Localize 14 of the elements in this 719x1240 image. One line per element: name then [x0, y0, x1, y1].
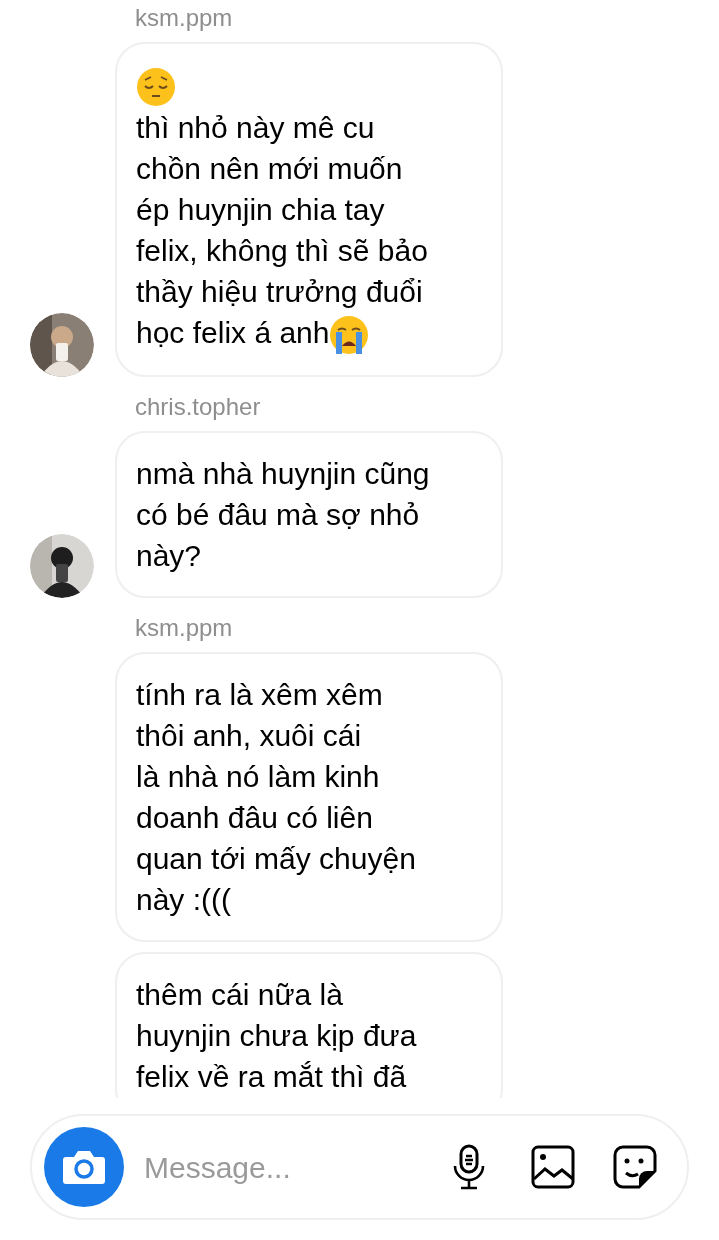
sender-name: chris.topher — [134, 393, 262, 422]
sender-name: ksm.ppm — [134, 4, 234, 32]
message-text: nmà nhà huynjin cũng có bé đâu mà sợ nhỏ này? — [136, 456, 431, 575]
sticker-icon[interactable] — [613, 1145, 657, 1189]
message-input[interactable]: Message... — [144, 1144, 442, 1190]
pensive-face-icon — [136, 67, 176, 108]
camera-button[interactable] — [44, 1127, 124, 1207]
crying-face-icon — [329, 315, 370, 356]
sender-name: ksm.ppm — [134, 614, 234, 643]
microphone-icon[interactable] — [452, 1144, 486, 1190]
message-text: thêm cái nữa là huynjin chưa kịp đưa felix về ra mắt thì đã — [136, 977, 418, 1096]
message-text: tính ra là xêm xêm thôi anh, xuôi cái là nhà nó làm kinh doanh đâu có liên quan tới mấy chuyện này :((( — [136, 677, 417, 919]
gallery-icon[interactable] — [531, 1145, 575, 1189]
message-text: thì nhỏ này mê cu chồn nên mới muốn ép huynjin chia tay felix, không thì sẽ bảo thầy hiệu trưởng đuổi học felix á anh — [136, 64, 482, 356]
